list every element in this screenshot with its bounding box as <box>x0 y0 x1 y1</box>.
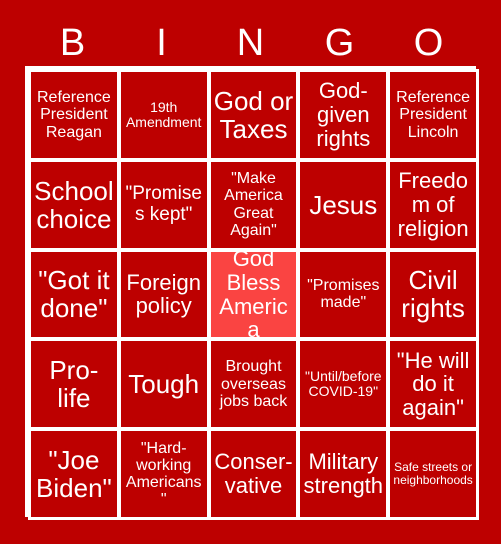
bingo-cell-label: Reference President Reagan <box>36 89 111 141</box>
bingo-cell[interactable]: "Joe Biden" <box>31 431 117 517</box>
bingo-cell[interactable]: God Bless America <box>210 251 297 338</box>
header-letter-g: G <box>324 22 355 64</box>
bingo-header-row: B I N G O <box>28 18 473 68</box>
bingo-cell[interactable]: Brought overseas jobs back <box>210 341 297 428</box>
bingo-cell[interactable]: "Hard-working Americans" <box>120 431 207 517</box>
bingo-cell-label: "Make America Great Again" <box>224 170 283 239</box>
bingo-cell-label: "Hard-working Americans" <box>125 439 202 509</box>
bingo-cell-label: "Until/before COVID-19" <box>305 368 382 400</box>
bingo-cell-label: Tough <box>128 369 200 400</box>
bingo-card: B I N G O Reference President Reagan 19th… <box>0 0 501 544</box>
bingo-cell[interactable]: "Until/before COVID-19" <box>300 341 387 428</box>
bingo-cell-label: God-given rights <box>316 78 371 151</box>
bingo-cell-label: Military strength <box>303 449 384 499</box>
bingo-cell[interactable]: Civil rights <box>390 251 476 338</box>
bingo-cell-label: "Joe Biden" <box>36 445 112 504</box>
bingo-cell[interactable]: "He will do it again" <box>390 341 476 428</box>
bingo-cell-label: Conser-vative <box>214 449 293 499</box>
bingo-cell[interactable]: Pro-life <box>31 341 117 428</box>
bingo-cell[interactable]: Reference President Lincoln <box>390 72 476 158</box>
bingo-cell-label: "Promises kept" <box>125 183 202 225</box>
header-letter-n: N <box>236 22 265 64</box>
bingo-cell[interactable]: Jesus <box>300 161 387 248</box>
bingo-cell-label: Pro-life <box>49 355 99 414</box>
bingo-cell[interactable]: "Make America Great Again" <box>210 161 297 248</box>
bingo-cell[interactable]: School choice <box>31 161 117 248</box>
bingo-cell-label: God Bless America <box>219 251 288 338</box>
bingo-cell[interactable]: God or Taxes <box>210 72 297 158</box>
bingo-cell-label: Freedom of religion <box>397 168 469 241</box>
bingo-cell-label: Civil rights <box>401 265 465 324</box>
bingo-cell[interactable]: 19th Amendment <box>120 72 207 158</box>
bingo-cell[interactable]: God-given rights <box>300 72 387 158</box>
header-letter-i: I <box>156 22 167 64</box>
bingo-cell[interactable]: "Promises kept" <box>120 161 207 248</box>
bingo-cell[interactable]: "Got it done" <box>31 251 117 338</box>
bingo-cell-label: "Promises made" <box>307 277 380 312</box>
bingo-cell[interactable]: Reference President Reagan <box>31 72 117 158</box>
bingo-cell[interactable]: "Promises made" <box>300 251 387 338</box>
bingo-cell[interactable]: Tough <box>120 341 207 428</box>
bingo-cell[interactable]: Foreign policy <box>120 251 207 338</box>
bingo-cell-label: Safe streets or neighborhoods <box>393 460 473 488</box>
bingo-cell-label: Brought overseas jobs back <box>219 358 288 410</box>
bingo-cell-label: School choice <box>34 175 114 234</box>
bingo-cell[interactable]: Military strength <box>300 431 387 517</box>
bingo-cell-label: "Got it done" <box>38 265 110 324</box>
bingo-cell[interactable]: Conser-vative <box>210 431 297 517</box>
bingo-cell-label: "He will do it again" <box>396 347 470 421</box>
bingo-cell-label: Reference President Lincoln <box>396 89 470 141</box>
header-letter-o: O <box>413 22 444 64</box>
bingo-cell-label: Foreign policy <box>126 269 201 319</box>
header-letter-b: B <box>59 22 86 64</box>
bingo-grid: Reference President Reagan 19th Amendment… <box>28 69 479 520</box>
bingo-cell-label: 19th Amendment <box>125 98 202 130</box>
bingo-cell[interactable]: Safe streets or neighborhoods <box>390 431 476 517</box>
bingo-cell[interactable]: Freedom of religion <box>390 161 476 248</box>
bingo-cell-label: Jesus <box>309 189 378 220</box>
bingo-cell-label: God or Taxes <box>213 85 294 144</box>
